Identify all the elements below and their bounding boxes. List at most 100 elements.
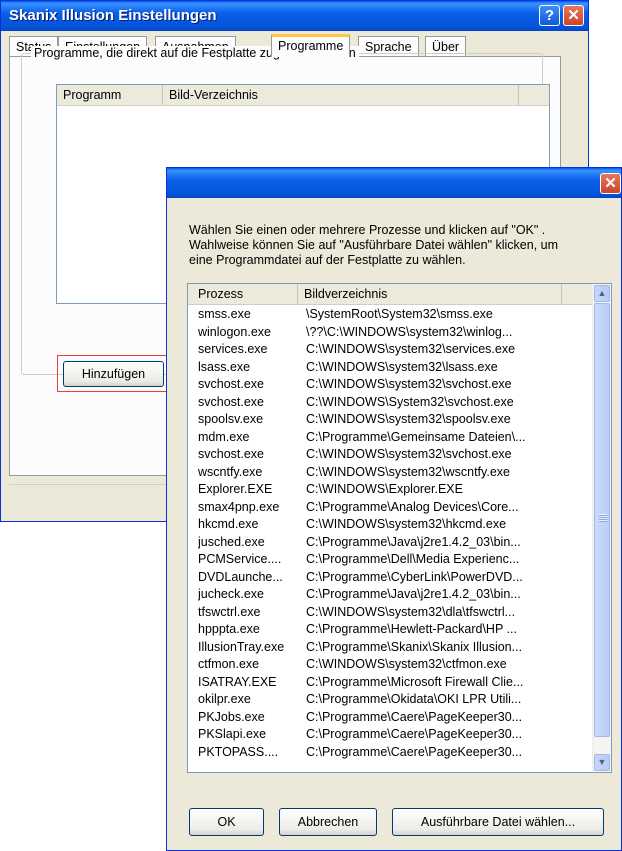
grip-icon	[599, 514, 607, 522]
list-item[interactable]: smss.exe \SystemRoot\System32\smss.exe	[188, 306, 592, 324]
process-path: C:\WINDOWS\system32\dla\tfswctrl...	[306, 604, 516, 619]
process-name: PKSlapi.exe	[198, 727, 267, 741]
process-path: C:\Programme\Microsoft Firewall Clie...	[306, 674, 524, 689]
process-name: PKJobs.exe	[198, 709, 265, 724]
process-path: C:\Programme\Java\j2re1.4.2_03\bin...	[306, 534, 521, 549]
list-item[interactable]: IllusionTray.exe C:\Programme\Skanix\Skan…	[188, 639, 592, 657]
dialog-title-bar[interactable]: ✕	[167, 168, 621, 198]
column-header-bildverzeichnis[interactable]: Bildverzeichnis	[298, 284, 562, 304]
process-name: hpppta.exe	[198, 622, 260, 636]
list-item[interactable]: ctfmon.exe C:\WINDOWS\system32\ctfmon.exe	[188, 656, 592, 674]
list-item[interactable]: jusched.exe C:\Programme\Java\j2re1.4.2_0…	[188, 534, 592, 552]
process-path: C:\WINDOWS\system32\services.exe	[306, 342, 516, 356]
process-path: \SystemRoot\System32\smss.exe	[306, 307, 493, 321]
process-name: smss.exe	[198, 307, 251, 321]
process-name: svchost.exe	[198, 447, 265, 461]
list-item[interactable]: Explorer.EXE C:\WINDOWS\Explorer.EXE	[188, 481, 592, 499]
scroll-down-icon[interactable]: ▼	[594, 754, 610, 771]
vertical-scrollbar[interactable]: ▲ ▼	[592, 284, 611, 772]
process-name: jusched.exe	[198, 534, 265, 549]
list-item[interactable]: okilpr.exe C:\Programme\Okidata\OKI LPR U…	[188, 691, 592, 709]
process-path: C:\WINDOWS\system32\wscntfy.exe	[306, 464, 510, 479]
instruction-line: Wahlweise können Sie auf "Ausführbare Da…	[189, 238, 559, 252]
process-path: C:\WINDOWS\system32\svchost.exe	[306, 377, 512, 391]
process-name: wscntfy.exe	[198, 464, 263, 479]
process-name: tfswctrl.exe	[198, 604, 261, 619]
process-path: \??\C:\WINDOWS\system32\winlog...	[306, 324, 513, 339]
process-name: jucheck.exe	[198, 587, 265, 601]
process-path: C:\WINDOWS\system32\hkcmd.exe	[306, 517, 507, 531]
programs-list-header: Programm Bild-Verzeichnis	[57, 85, 549, 106]
process-name: svchost.exe	[198, 377, 265, 391]
list-item[interactable]: svchost.exe C:\WINDOWS\system32\svchost.e…	[188, 376, 592, 394]
column-header-bild-verzeichnis[interactable]: Bild-Verzeichnis	[163, 85, 519, 105]
process-path: C:\Programme\Okidata\OKI LPR Utili...	[306, 692, 522, 706]
list-item[interactable]: PKTOPASS.... C:\Programme\Caere\PageKeepe…	[188, 744, 592, 762]
process-name: DVDLaunche...	[198, 569, 283, 584]
process-name: PCMService....	[198, 552, 282, 566]
process-name: lsass.exe	[198, 359, 251, 374]
list-item[interactable]: svchost.exe C:\WINDOWS\system32\svchost.e…	[188, 446, 592, 464]
process-path: C:\WINDOWS\system32\ctfmon.exe	[306, 657, 507, 671]
list-item[interactable]: wscntfy.exe C:\WINDOWS\system32\wscntfy.e…	[188, 464, 592, 482]
choose-executable-button[interactable]: Ausführbare Datei wählen...	[392, 808, 604, 836]
process-name: svchost.exe	[198, 394, 265, 409]
ok-button[interactable]: OK	[189, 808, 264, 836]
instruction-line: eine Programmdatei auf der Festplatte zu…	[189, 253, 466, 267]
list-item[interactable]: hpppta.exe C:\Programme\Hewlett-Packard\H…	[188, 621, 592, 639]
process-name: PKTOPASS....	[198, 744, 279, 759]
tab-programme[interactable]: Programme	[271, 34, 351, 57]
window-title: Skanix Illusion Einstellungen	[9, 7, 217, 24]
scroll-up-icon[interactable]: ▲	[594, 285, 610, 302]
close-icon[interactable]: ✕	[563, 5, 584, 26]
process-path: C:\Programme\Dell\Media Experienc...	[306, 552, 520, 566]
column-header-programm[interactable]: Programm	[57, 85, 163, 105]
list-item[interactable]: svchost.exe C:\WINDOWS\System32\svchost.e…	[188, 394, 592, 412]
process-path: C:\WINDOWS\System32\svchost.exe	[306, 394, 514, 409]
list-item[interactable]: smax4pnp.exe C:\Programme\Analog Devices\…	[188, 499, 592, 517]
process-name: spoolsv.exe	[198, 412, 264, 426]
process-name: services.exe	[198, 342, 268, 356]
list-item[interactable]: hkcmd.exe C:\WINDOWS\system32\hkcmd.exe	[188, 516, 592, 534]
process-path: C:\WINDOWS\system32\lsass.exe	[306, 359, 498, 374]
process-list[interactable]: Prozess Bildverzeichnis smss.exe \SystemR…	[187, 283, 612, 773]
instruction-line: Wählen Sie einen oder mehrere Prozesse u…	[189, 223, 546, 237]
list-item[interactable]: ISATRAY.EXE C:\Programme\Microsoft Firewa…	[188, 674, 592, 692]
list-item[interactable]: jucheck.exe C:\Programme\Java\j2re1.4.2_0…	[188, 586, 592, 604]
process-name: Explorer.EXE	[198, 482, 273, 496]
list-item[interactable]: PKJobs.exe C:\Programme\Caere\PageKeeper3…	[188, 709, 592, 727]
column-header-prozess[interactable]: Prozess	[188, 284, 298, 304]
list-item[interactable]: spoolsv.exe C:\WINDOWS\system32\spoolsv.e…	[188, 411, 592, 429]
list-item[interactable]: winlogon.exe \??\C:\WINDOWS\system32\winl…	[188, 324, 592, 342]
list-item[interactable]: mdm.exe C:\Programme\Gemeinsame Dateien\.…	[188, 429, 592, 447]
process-name: okilpr.exe	[198, 692, 251, 706]
process-name: smax4pnp.exe	[198, 499, 280, 514]
process-path: C:\Programme\Caere\PageKeeper30...	[306, 744, 523, 759]
dialog-close-icon[interactable]: ✕	[600, 173, 621, 194]
process-list-header: Prozess Bildverzeichnis	[188, 284, 592, 305]
process-path: C:\Programme\Caere\PageKeeper30...	[306, 727, 523, 741]
process-name: mdm.exe	[198, 429, 250, 444]
list-item[interactable]: DVDLaunche... C:\Programme\CyberLink\Powe…	[188, 569, 592, 587]
settings-title-bar[interactable]: Skanix Illusion Einstellungen ? ✕	[1, 1, 588, 31]
process-name: winlogon.exe	[198, 324, 271, 339]
process-dialog: ✕ Wählen Sie einen oder mehrere Prozesse…	[166, 167, 622, 851]
process-name: hkcmd.exe	[198, 517, 259, 531]
cancel-button[interactable]: Abbrechen	[279, 808, 377, 836]
list-item[interactable]: lsass.exe C:\WINDOWS\system32\lsass.exe	[188, 359, 592, 377]
list-item[interactable]: services.exe C:\WINDOWS\system32\services…	[188, 341, 592, 359]
process-name: ISATRAY.EXE	[198, 674, 277, 689]
process-path: C:\Programme\CyberLink\PowerDVD...	[306, 569, 523, 584]
process-path: C:\Programme\Gemeinsame Dateien\...	[306, 429, 526, 444]
add-button[interactable]: Hinzufügen	[63, 361, 164, 387]
scrollbar-thumb[interactable]	[594, 303, 610, 737]
list-item[interactable]: PCMService.... C:\Programme\Dell\Media Ex…	[188, 551, 592, 569]
list-item[interactable]: tfswctrl.exe C:\WINDOWS\system32\dla\tfsw…	[188, 604, 592, 622]
dialog-instructions: Wählen Sie einen oder mehrere Prozesse u…	[189, 223, 619, 268]
process-rows: smss.exe \SystemRoot\System32\smss.exe win…	[188, 306, 592, 761]
process-path: C:\WINDOWS\Explorer.EXE	[306, 482, 463, 496]
process-path: C:\Programme\Java\j2re1.4.2_03\bin...	[306, 587, 521, 601]
list-item[interactable]: PKSlapi.exe C:\Programme\Caere\PageKeeper…	[188, 726, 592, 744]
help-icon[interactable]: ?	[539, 5, 560, 26]
process-path: C:\Programme\Caere\PageKeeper30...	[306, 709, 523, 724]
